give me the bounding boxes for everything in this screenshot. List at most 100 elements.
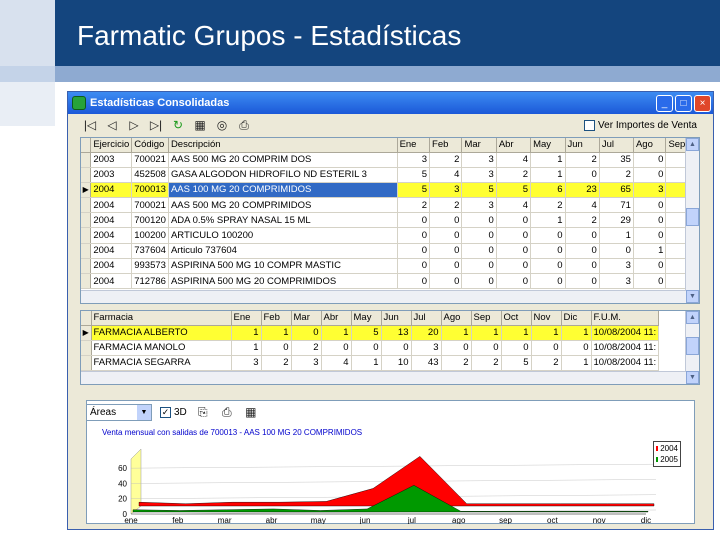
table-row[interactable]: 2004 993573 ASPIRINA 500 MG 10 COMPR MASTI… xyxy=(81,258,699,275)
checkbox-icon[interactable] xyxy=(584,119,596,131)
pharmacies-vertical-scrollbar[interactable]: ▲ ▼ xyxy=(685,311,699,384)
table-cell[interactable]: 0 xyxy=(496,258,532,275)
table-cell[interactable]: 1 xyxy=(633,243,667,259)
column-header[interactable]: Farmacia xyxy=(91,311,232,326)
scroll-down-icon[interactable]: ▼ xyxy=(686,290,699,303)
table-cell[interactable]: 10 xyxy=(381,355,412,372)
chart-type-select[interactable]: Áreas ▼ xyxy=(86,403,152,421)
table-cell[interactable]: 1 xyxy=(530,212,566,229)
table-cell[interactable]: 2004 xyxy=(90,243,133,259)
table-cell[interactable]: 65 xyxy=(599,182,634,199)
table-cell[interactable]: 2004 xyxy=(90,197,133,214)
table-cell[interactable]: 2 xyxy=(429,152,463,168)
table-cell[interactable]: ARTICULO 100200 xyxy=(168,227,398,244)
table-cell[interactable]: 4 xyxy=(321,355,352,372)
table-cell[interactable]: 0 xyxy=(633,197,667,214)
table-cell[interactable]: 2 xyxy=(530,197,566,214)
table-cell[interactable]: 0 xyxy=(381,340,412,356)
table-cell[interactable]: 35 xyxy=(599,152,634,168)
table-cell[interactable]: AAS 100 MG 20 COMPRIMIDOS xyxy=(168,182,398,199)
table-row[interactable]: 2004737604Articulo 737604000000010 xyxy=(81,243,699,259)
table-cell[interactable]: 0 xyxy=(397,258,431,275)
table-cell[interactable]: 0 xyxy=(461,227,497,244)
table-cell[interactable]: 0 xyxy=(429,212,463,229)
printer-icon[interactable]: ⎙ xyxy=(236,117,252,133)
row-selector[interactable] xyxy=(81,243,92,259)
table-cell[interactable]: 0 xyxy=(530,243,566,259)
row-selector[interactable] xyxy=(81,273,92,290)
table-cell[interactable]: 0 xyxy=(397,227,431,244)
table-cell[interactable]: AAS 500 MG 20 COMPRIMIDOS xyxy=(168,197,398,214)
table-cell[interactable]: 2004 xyxy=(90,212,133,229)
table-cell[interactable]: 0 xyxy=(530,273,566,290)
table-cell[interactable]: 0 xyxy=(397,212,431,229)
table-cell[interactable]: 2 xyxy=(565,212,600,229)
table-cell[interactable]: 0 xyxy=(496,212,532,229)
column-header[interactable]: Descripción xyxy=(168,138,398,153)
minimize-button[interactable]: _ xyxy=(656,94,673,112)
table-cell[interactable]: ADA 0.5% SPRAY NASAL 15 ML xyxy=(168,212,398,229)
table-cell[interactable]: 2 xyxy=(291,340,322,356)
table-cell[interactable]: 0 xyxy=(461,212,497,229)
window-titlebar[interactable]: Estadísticas Consolidadas _ □ × xyxy=(68,92,713,114)
table-cell[interactable]: 2003 xyxy=(90,167,133,183)
table-cell[interactable]: 20 xyxy=(411,325,442,341)
table-cell[interactable]: 2 xyxy=(531,355,562,372)
table-cell[interactable]: 4 xyxy=(496,197,532,214)
table-cell[interactable]: 1 xyxy=(530,167,566,183)
table-cell[interactable]: 3 xyxy=(599,258,634,275)
table-cell[interactable]: 5 xyxy=(397,167,431,183)
table-cell[interactable]: 0 xyxy=(461,258,497,275)
table-cell[interactable]: 0 xyxy=(429,227,463,244)
table-cell[interactable]: 10/08/2004 11: xyxy=(591,355,660,372)
table-cell[interactable]: 1 xyxy=(231,325,262,341)
table-cell[interactable]: ASPIRINA 500 MG 10 COMPR MASTIC xyxy=(168,258,398,275)
column-header[interactable]: Ejercicio xyxy=(90,138,133,153)
column-header[interactable]: Feb xyxy=(429,138,463,153)
row-selector[interactable] xyxy=(81,212,92,229)
table-cell[interactable]: 0 xyxy=(501,340,532,356)
table-row[interactable]: FARMACIA SEGARRA 3 2 3 4 1 10 43 2 2 5 2 1 10/08/2004… xyxy=(81,355,660,372)
close-button[interactable]: × xyxy=(694,94,711,112)
table-cell[interactable]: 0 xyxy=(633,167,667,183)
row-selector[interactable] xyxy=(81,340,92,356)
table-cell[interactable]: 1 xyxy=(561,325,592,341)
table-cell[interactable]: 0 xyxy=(633,273,667,290)
table-cell[interactable]: 0 xyxy=(565,273,600,290)
table-cell[interactable]: 2 xyxy=(565,152,600,168)
first-record-icon[interactable]: |◁ xyxy=(82,117,98,133)
row-pointer-icon[interactable]: ▶ xyxy=(81,325,92,341)
table-cell[interactable]: 3 xyxy=(461,152,497,168)
table-row[interactable]: FARMACIA MANOLO 1 0 2 0 0 0 3 0 0 0 0 0 10/08/2004 11… xyxy=(81,340,660,356)
table-cell[interactable]: 700120 xyxy=(131,212,169,229)
table-cell[interactable]: 3 xyxy=(397,152,431,168)
column-header[interactable]: Ene xyxy=(397,138,431,153)
last-record-icon[interactable]: ▷| xyxy=(148,117,164,133)
previous-record-icon[interactable]: ◁ xyxy=(104,117,120,133)
table-row[interactable]: 2004 700120 ADA 0.5% SPRAY NASAL 15 ML 0 0 0 0… xyxy=(81,212,699,229)
table-cell[interactable]: 1 xyxy=(599,227,634,244)
table-cell[interactable]: 3 xyxy=(429,182,463,199)
table-cell[interactable]: 23 xyxy=(565,182,600,199)
table-cell[interactable]: 1 xyxy=(561,355,592,372)
table-cell[interactable]: 2 xyxy=(397,197,431,214)
table-cell[interactable]: 993573 xyxy=(131,258,169,275)
table-cell[interactable]: 3 xyxy=(633,182,667,199)
table-cell[interactable]: 10/08/2004 11: xyxy=(591,340,660,356)
table-cell[interactable]: 2 xyxy=(429,197,463,214)
table-cell[interactable]: 0 xyxy=(496,273,532,290)
table-cell[interactable]: 0 xyxy=(291,325,322,341)
table-cell[interactable]: 4 xyxy=(496,152,532,168)
table-cell[interactable]: 0 xyxy=(397,243,431,259)
table-row[interactable]: 2004 712786 ASPIRINA 500 MG 20 COMPRIMIDOS… xyxy=(81,273,699,290)
calculator-icon[interactable]: ▦ xyxy=(192,117,208,133)
table-cell[interactable]: 3 xyxy=(461,197,497,214)
table-cell[interactable]: 2004 xyxy=(90,273,133,290)
print-chart-icon[interactable]: ⎙ xyxy=(219,404,235,420)
table-cell[interactable]: 452508 xyxy=(131,167,169,183)
table-cell[interactable]: 71 xyxy=(599,197,634,214)
table-cell[interactable]: 3 xyxy=(461,167,497,183)
table-cell[interactable]: 1 xyxy=(471,325,502,341)
table-cell[interactable]: 0 xyxy=(496,227,532,244)
table-row[interactable]: ▶ 2004 700013 AAS 100 MG 20 COMPRIMIDOS 5 3 5 5… xyxy=(81,182,699,199)
